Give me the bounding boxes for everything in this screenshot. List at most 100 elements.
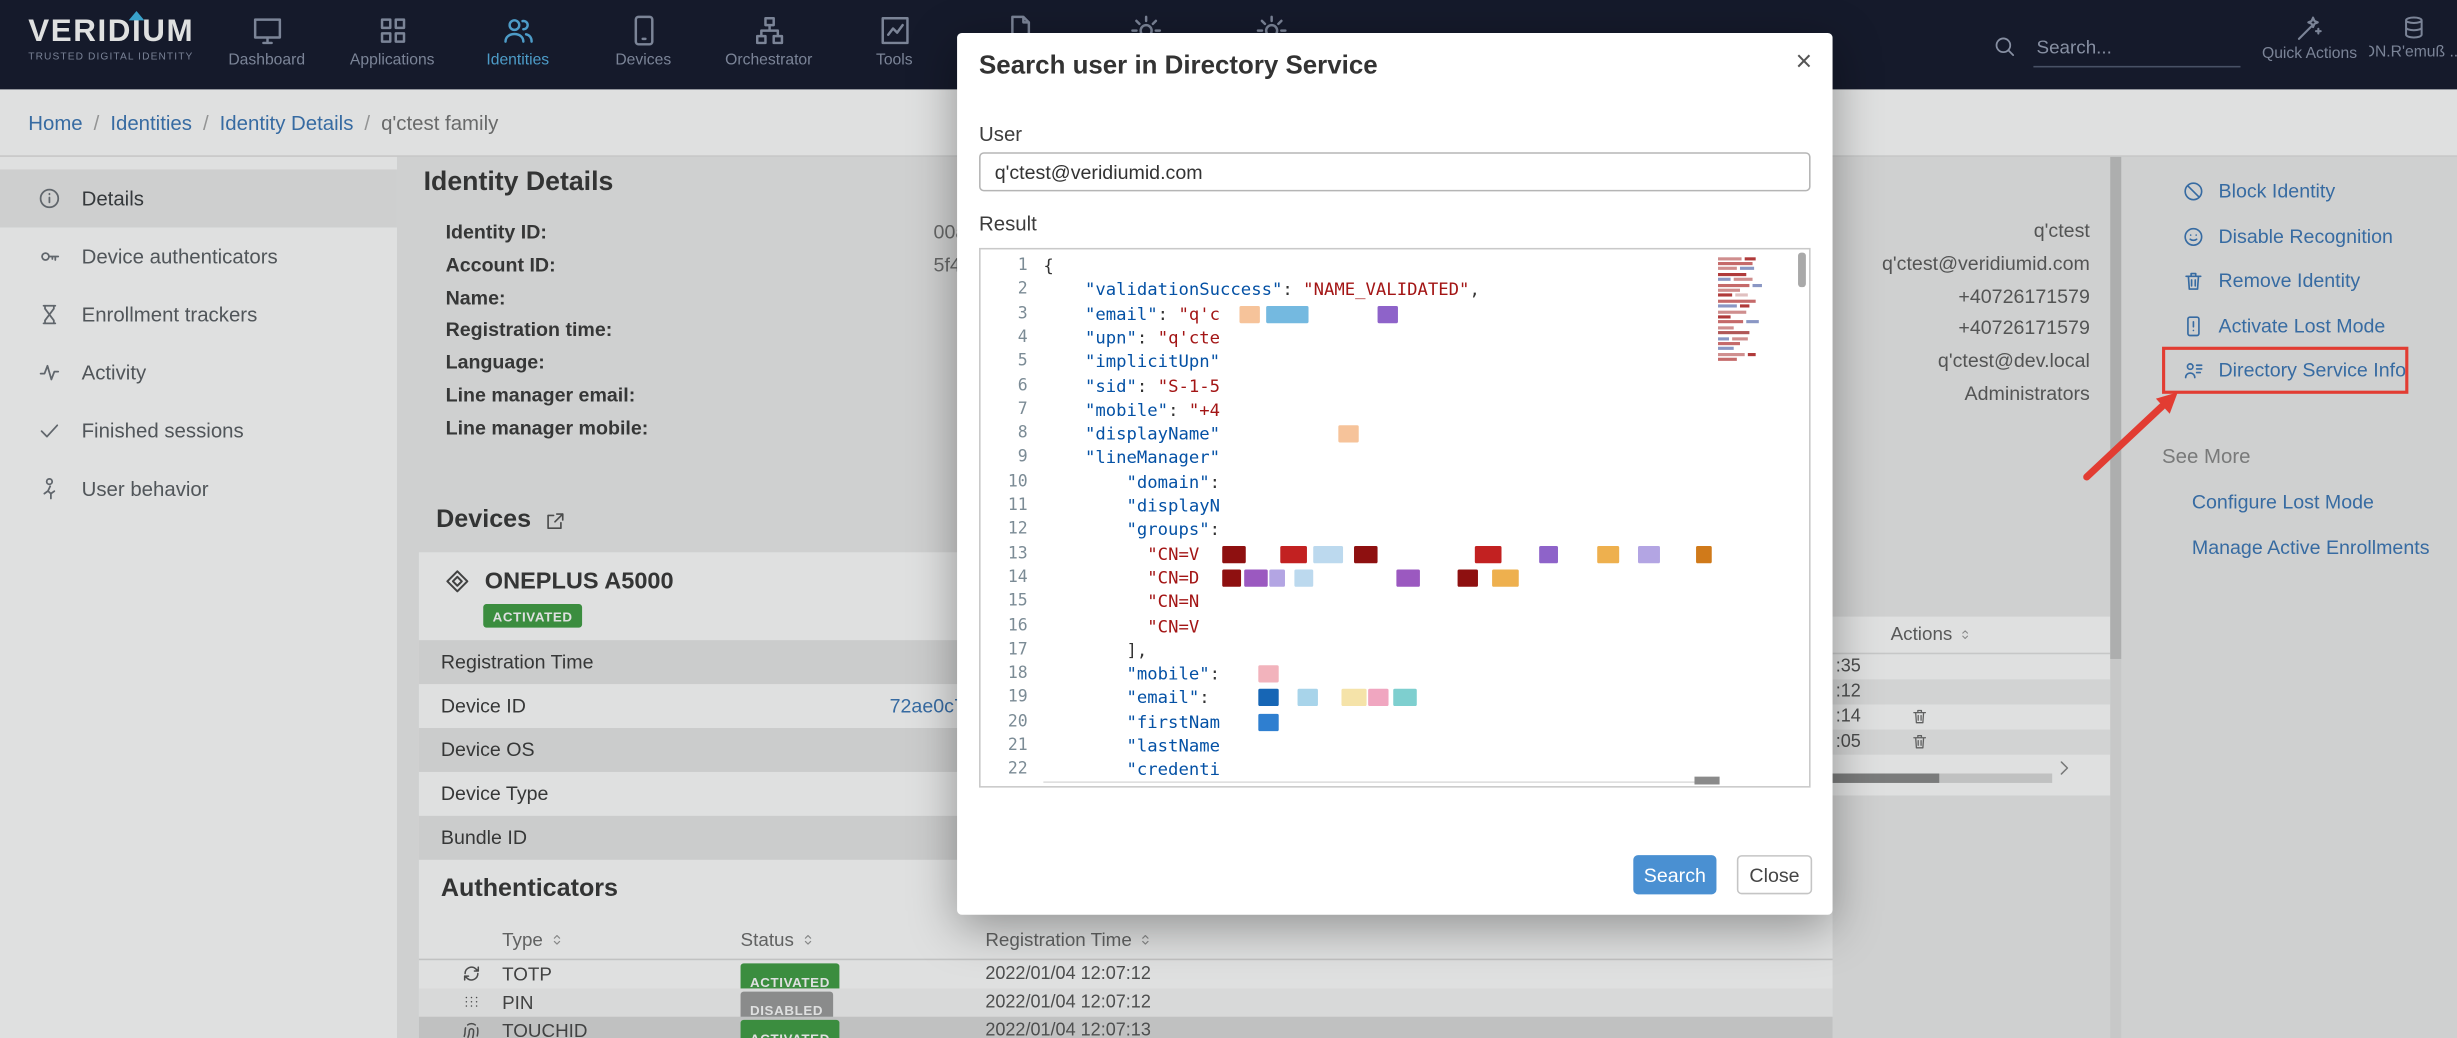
code-line: 5 "implicitUpn": [981, 350, 1809, 374]
code-text: "lineManager": [1043, 446, 1220, 470]
redaction-block: [1239, 305, 1259, 322]
code-text: "upn": "q'cte: [1043, 326, 1220, 350]
code-text: "groups":: [1043, 518, 1220, 542]
redaction-block: [1244, 569, 1268, 586]
redaction-block: [1341, 689, 1366, 706]
redaction-block: [1266, 305, 1308, 322]
annotation-arrow-icon: [2074, 380, 2200, 487]
line-number: 6: [981, 374, 1044, 398]
code-text: ],: [1043, 638, 1147, 662]
editor-minimap: [1718, 256, 1784, 362]
code-text: "validationSuccess": "NAME_VALIDATED",: [1043, 278, 1479, 302]
code-text: "domain":: [1043, 470, 1220, 494]
code-text: "displayName": [1043, 422, 1220, 446]
code-line: 10 "domain":: [981, 470, 1809, 494]
search-button[interactable]: Search: [1633, 855, 1716, 894]
code-line: 8 "displayName": [981, 422, 1809, 446]
code-line: 3 "email": "q'c: [981, 302, 1809, 326]
line-number: 1: [981, 254, 1044, 278]
code-text: "CN=D: [1043, 566, 1199, 590]
code-text: "CN=V: [1043, 542, 1199, 566]
redaction-block: [1280, 545, 1307, 562]
code-line: 11 "displayN: [981, 494, 1809, 518]
line-number: 14: [981, 566, 1044, 590]
line-number: 20: [981, 710, 1044, 734]
editor-horizontal-track: [1043, 781, 1715, 783]
code-text: "mobile":: [1043, 662, 1220, 686]
line-number: 2: [981, 278, 1044, 302]
code-line: 20 "firstNam: [981, 710, 1809, 734]
code-line: 6 "sid": "S-1-5: [981, 374, 1809, 398]
json-result-editor[interactable]: 1{2 "validationSuccess": "NAME_VALIDATED…: [979, 248, 1811, 788]
line-number: 17: [981, 638, 1044, 662]
code-line: 1{: [981, 254, 1809, 278]
redaction-block: [1338, 425, 1358, 442]
line-number: 18: [981, 662, 1044, 686]
redaction-block: [1258, 689, 1278, 706]
redaction-block: [1458, 569, 1478, 586]
redaction-block: [1475, 545, 1502, 562]
code-text: "mobile": "+4: [1043, 398, 1220, 422]
line-number: 19: [981, 686, 1044, 710]
redaction-block: [1258, 665, 1278, 682]
code-line: 2 "validationSuccess": "NAME_VALIDATED",: [981, 278, 1809, 302]
directory-search-modal: Search user in Directory Service × User …: [957, 33, 1832, 915]
redaction-block: [1298, 689, 1318, 706]
code-text: {: [1043, 254, 1053, 278]
line-number: 12: [981, 518, 1044, 542]
line-number: 11: [981, 494, 1044, 518]
line-number: 13: [981, 542, 1044, 566]
redaction-block: [1354, 545, 1378, 562]
code-line: 13 "CN=V: [981, 542, 1809, 566]
veridium-admin-app: VERIDIUM TRUSTED DIGITAL IDENTITY Dashbo…: [0, 0, 2457, 1038]
code-text: "displayN: [1043, 494, 1220, 518]
line-number: 22: [981, 758, 1044, 782]
line-number: 9: [981, 446, 1044, 470]
redaction-block: [1597, 545, 1619, 562]
result-label: Result: [979, 212, 1037, 236]
redaction-block: [1492, 569, 1519, 586]
code-text: "implicitUpn": [1043, 350, 1220, 374]
code-line: 18 "mobile":: [981, 662, 1809, 686]
code-text: "firstNam: [1043, 710, 1220, 734]
code-line: 14 "CN=D: [981, 566, 1809, 590]
code-text: "email": "q'c: [1043, 302, 1220, 326]
close-icon[interactable]: ×: [1796, 46, 1812, 79]
redaction-block: [1396, 569, 1420, 586]
redaction-block: [1539, 545, 1558, 562]
code-line: 15 "CN=N: [981, 590, 1809, 614]
redaction-block: [1269, 569, 1285, 586]
redaction-block: [1378, 305, 1398, 322]
code-text: "CN=V: [1043, 614, 1199, 638]
code-line: 19 "email":: [981, 686, 1809, 710]
code-line: 16 "CN=V: [981, 614, 1809, 638]
code-line: 12 "groups":: [981, 518, 1809, 542]
redaction-block: [1696, 545, 1712, 562]
redaction-block: [1294, 569, 1313, 586]
editor-vertical-scrollbar[interactable]: [1798, 253, 1806, 288]
line-number: 15: [981, 590, 1044, 614]
redaction-block: [1222, 545, 1246, 562]
editor-horizontal-thumb[interactable]: [1694, 777, 1719, 785]
user-search-input[interactable]: [979, 152, 1811, 191]
redaction-block: [1638, 545, 1660, 562]
redaction-block: [1368, 689, 1388, 706]
redaction-block: [1313, 545, 1343, 562]
code-text: "lastName: [1043, 734, 1220, 758]
line-number: 4: [981, 326, 1044, 350]
line-number: 8: [981, 422, 1044, 446]
code-line: 21 "lastName: [981, 734, 1809, 758]
code-text: "sid": "S-1-5: [1043, 374, 1220, 398]
line-number: 10: [981, 470, 1044, 494]
close-button[interactable]: Close: [1737, 855, 1812, 894]
code-line: 9 "lineManager": [981, 446, 1809, 470]
redaction-block: [1222, 569, 1241, 586]
code-line: 22 "credenti: [981, 758, 1809, 782]
modal-title: Search user in Directory Service: [979, 52, 1378, 82]
code-line: 4 "upn": "q'cte: [981, 326, 1809, 350]
redaction-block: [1393, 689, 1417, 706]
line-number: 5: [981, 350, 1044, 374]
code-text: "email":: [1043, 686, 1209, 710]
line-number: 21: [981, 734, 1044, 758]
code-line: 17 ],: [981, 638, 1809, 662]
